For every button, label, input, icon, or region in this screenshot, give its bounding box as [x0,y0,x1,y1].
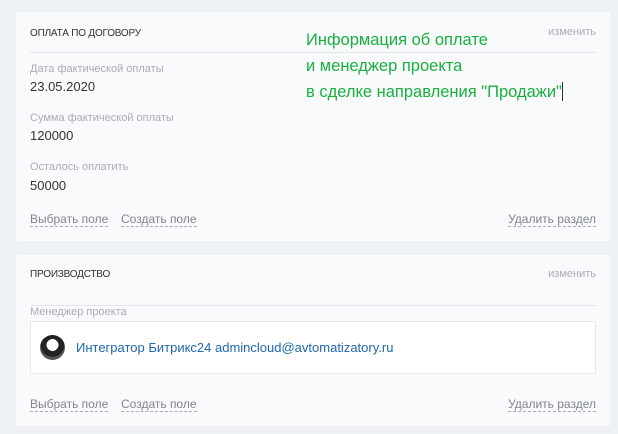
edit-link[interactable]: изменить [548,268,596,280]
select-field-link[interactable]: Выбрать поле [30,397,109,412]
text-caret [561,82,563,101]
field-value: 23.05.2020 [30,79,96,94]
user-field: Интегратор Битрикс24 admincloud@avtomati… [30,321,596,374]
field-label: Осталось оплатить [30,161,129,173]
create-field-link[interactable]: Создать поле [121,212,197,227]
delete-section-link[interactable]: Удалить раздел [508,212,596,227]
annotation-text: Информация об оплате и менеджер проекта … [306,27,563,105]
section-title: ПРОИЗВОДСТВО [30,269,111,280]
field-label: Менеджер проекта [30,306,127,318]
delete-section-link[interactable]: Удалить раздел [508,397,596,412]
section-title: ОПЛАТА ПО ДОГОВОРУ [30,28,141,39]
user-link[interactable]: Интегратор Битрикс24 admincloud@avtomati… [76,340,393,355]
field-label: Сумма фактической оплаты [30,112,174,124]
annotation-line: Информация об оплате [306,31,488,49]
create-field-link[interactable]: Создать поле [121,397,197,412]
annotation-line: и менеджер проекта [306,57,463,75]
field-value: 50000 [30,178,67,193]
section-production: ПРОИЗВОДСТВО изменить Менеджер проекта И… [16,255,610,426]
select-field-link[interactable]: Выбрать поле [30,212,109,227]
annotation-line: в сделке направления "Продажи" [306,83,562,101]
field-label: Дата фактической оплаты [30,63,164,75]
avatar [40,335,65,360]
field-value: 120000 [30,128,74,143]
